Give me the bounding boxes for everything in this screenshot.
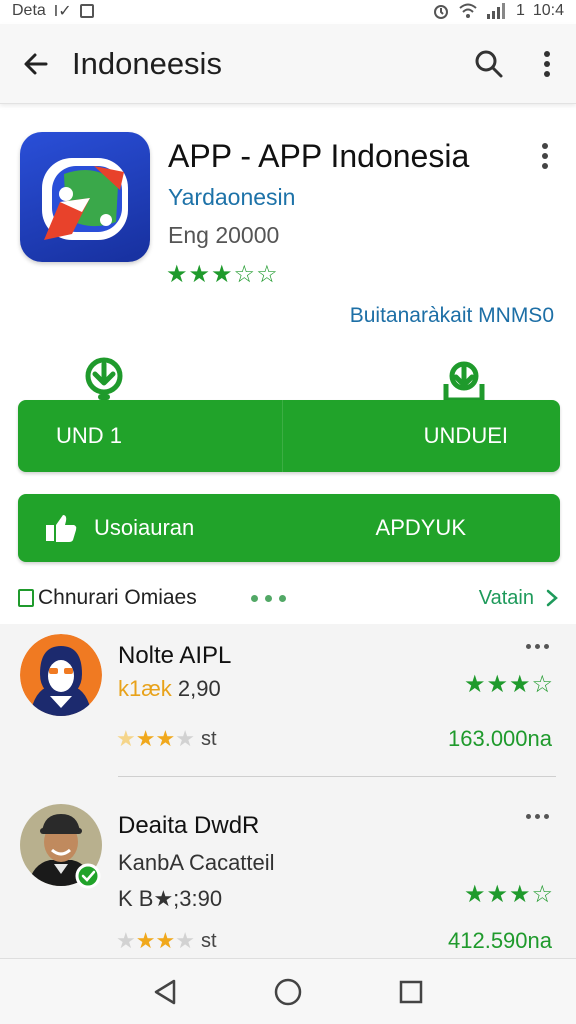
review-list: Nolte AIPL k1æk 2,90 ★ ★ ★ ★ st ★★★☆ 163… [0,624,576,960]
item-star-rating: ★ ★ ★ ★ st [116,726,217,752]
back-button[interactable] [0,24,72,104]
app-logo-graphic [42,158,128,240]
star-filled-icon: ★ [155,928,176,953]
hijab-woman-avatar [20,634,102,716]
item-price: k1æk 2,90 [118,676,221,702]
app-info-link[interactable]: Buitanaràkait MNMS0 [350,304,554,328]
item-star-rating: ★ ★ ★ ★ st [116,928,217,954]
signal-icon [486,3,505,19]
secondary-left-label: Usoiauran [94,515,195,540]
app-logo-icon [20,132,150,262]
download-left-label: UND 1 [18,400,283,472]
app-header-card: APP - APP Indonesia Yardaonesin Eng 2000… [0,112,576,344]
system-nav-bar [0,958,576,1024]
download-tray-icon [443,361,485,403]
pagination-dots-icon [250,594,286,602]
status-left: Deta I✓ [12,1,94,21]
man-with-cap-avatar [20,804,102,889]
item-name: Nolte AIPL [118,642,232,669]
stars-suffix: st [200,727,217,750]
overflow-menu-button[interactable] [518,24,576,104]
star-filled-icon: ★ [116,726,136,751]
item-price-prefix: k1æk [118,676,172,701]
item-rating-stars: ★★★☆ [463,671,554,698]
item-price: K B★;3:90 [118,886,223,911]
app-bar: Indoneesis [0,24,576,104]
item-count: 163.000na [448,726,552,751]
item-rating-stars: ★★★☆ [463,881,554,908]
item-count: 412.590na [448,928,552,953]
notification-icon [79,4,94,18]
nav-recents-icon [399,980,422,1003]
item-more-button[interactable] [520,806,554,826]
screen: Deta I✓ 1 10:4 Indoneesis APP - APP Indo… [0,0,576,1024]
app-meta: Eng 20000 [168,222,280,248]
hijab-woman-avatar-graphic [20,634,102,716]
download-icon [85,357,123,400]
secondary-right-label: APDYUK [375,515,466,540]
download-right-label: UNDUEI [423,423,508,448]
alarm-icon [433,5,448,19]
arrow-left-icon [24,53,48,74]
app-title: APP - APP Indonesia [168,138,470,174]
list-item[interactable]: Deaita DwdR KanbA Cacatteil K B★;3:90 ★ … [0,794,576,958]
wifi-icon [459,3,477,18]
item-more-button[interactable] [520,636,554,656]
checkbox-icon [18,589,34,607]
star-empty-icon: ★ [175,928,195,953]
star-filled-icon: ★ [135,726,156,751]
app-more-button[interactable] [530,138,560,174]
status-extra-text: I✓ [53,3,72,20]
nav-home-button[interactable] [260,964,316,1020]
status-right: 1 10:4 [432,2,564,20]
battery-text: 1 [515,2,525,19]
star-filled-icon: ★ [155,726,176,751]
nav-back-icon [155,979,176,1004]
app-rating-stars: ★★★☆☆ [166,261,279,288]
search-button[interactable] [460,24,518,104]
man-with-cap-avatar-graphic [20,804,102,889]
page-title: Indoneesis [72,45,222,81]
nav-recents-button[interactable] [383,964,439,1020]
star-empty-icon: ★ [116,928,136,953]
section-header: Chnurari Omiaes Vatain [18,580,558,616]
star-filled-icon: ★ [135,928,156,953]
search-icon [475,50,503,77]
item-name: Deaita DwdR [118,812,260,839]
nav-back-button[interactable] [137,964,193,1020]
section-title: Chnurari Omiaes [38,586,197,609]
app-developer-link[interactable]: Yardaonesin [168,184,295,211]
section-see-all-link[interactable]: Vatain [479,587,558,610]
item-price-value: 2,90 [177,676,221,701]
section-link-label: Vatain [478,586,534,609]
status-bar: Deta I✓ 1 10:4 [0,0,576,22]
list-item[interactable]: Nolte AIPL k1æk 2,90 ★ ★ ★ ★ st ★★★☆ 163… [0,624,576,788]
download-button[interactable]: UND 1 UNDUEI [18,400,560,472]
carrier-text: Deta [12,2,46,19]
more-vert-icon [542,143,548,169]
item-subtitle: KanbA Cacatteil [118,850,275,875]
secondary-action-button[interactable]: Usoiauran APDYUK [18,494,560,562]
star-empty-icon: ★ [175,726,195,751]
more-vert-icon [544,50,550,77]
chevron-right-icon [546,589,558,607]
clock-text: 10:4 [532,2,564,19]
list-divider [118,776,556,777]
thumbs-up-icon [46,515,77,542]
stars-suffix: st [200,929,217,952]
nav-home-icon [274,978,302,1005]
